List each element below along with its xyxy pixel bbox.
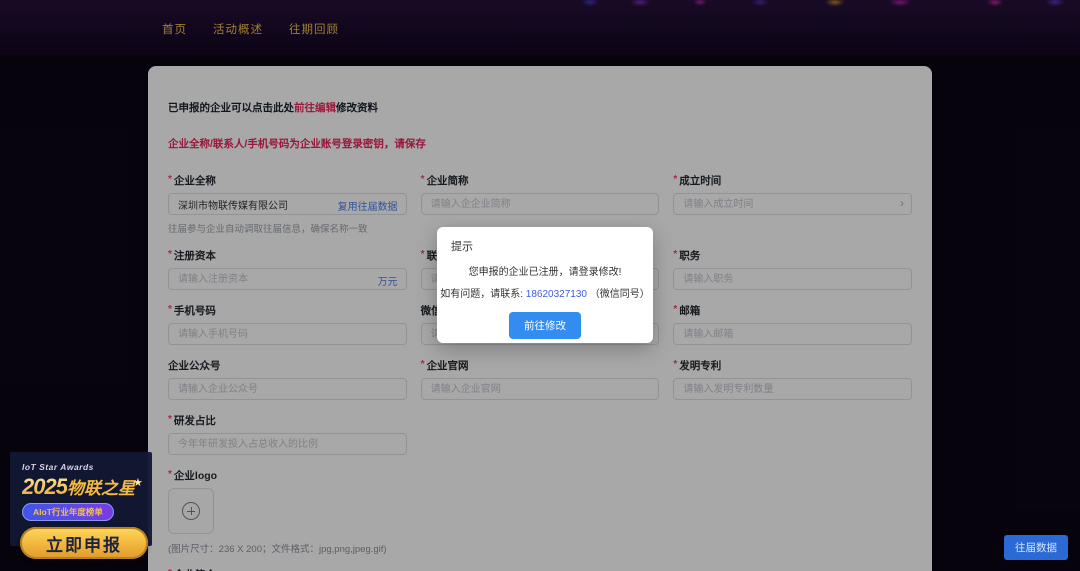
dialog-contact-line: 如有问题，请联系: 18620327130 （微信同号） bbox=[437, 285, 653, 300]
apply-now-button[interactable]: 立即申报 bbox=[20, 527, 148, 559]
promo-badge: IoT Star Awards 2025物联之星★ AIoT行业年度榜单 立即申… bbox=[10, 452, 152, 559]
promo-title: 物联之星 bbox=[67, 479, 135, 498]
dialog-message: 您申报的企业已注册，请登录修改! bbox=[437, 263, 653, 278]
contact-phone[interactable]: 18620327130 bbox=[526, 289, 587, 300]
go-modify-button[interactable]: 前往修改 bbox=[509, 312, 581, 339]
promo-awards-label: IoT Star Awards bbox=[22, 462, 152, 472]
contact-suffix: （微信同号） bbox=[587, 289, 650, 300]
contact-prefix: 如有问题，请联系: bbox=[440, 289, 526, 300]
dialog-title: 提示 bbox=[437, 227, 653, 254]
star-icon: ★ bbox=[133, 477, 143, 489]
history-data-button[interactable]: 往届数据 bbox=[1004, 535, 1068, 560]
alert-dialog: 提示 您申报的企业已注册，请登录修改! 如有问题，请联系: 1862032713… bbox=[437, 227, 653, 343]
promo-year: 2025 bbox=[22, 474, 67, 499]
promo-subtitle-pill: AIoT行业年度榜单 bbox=[22, 503, 114, 521]
